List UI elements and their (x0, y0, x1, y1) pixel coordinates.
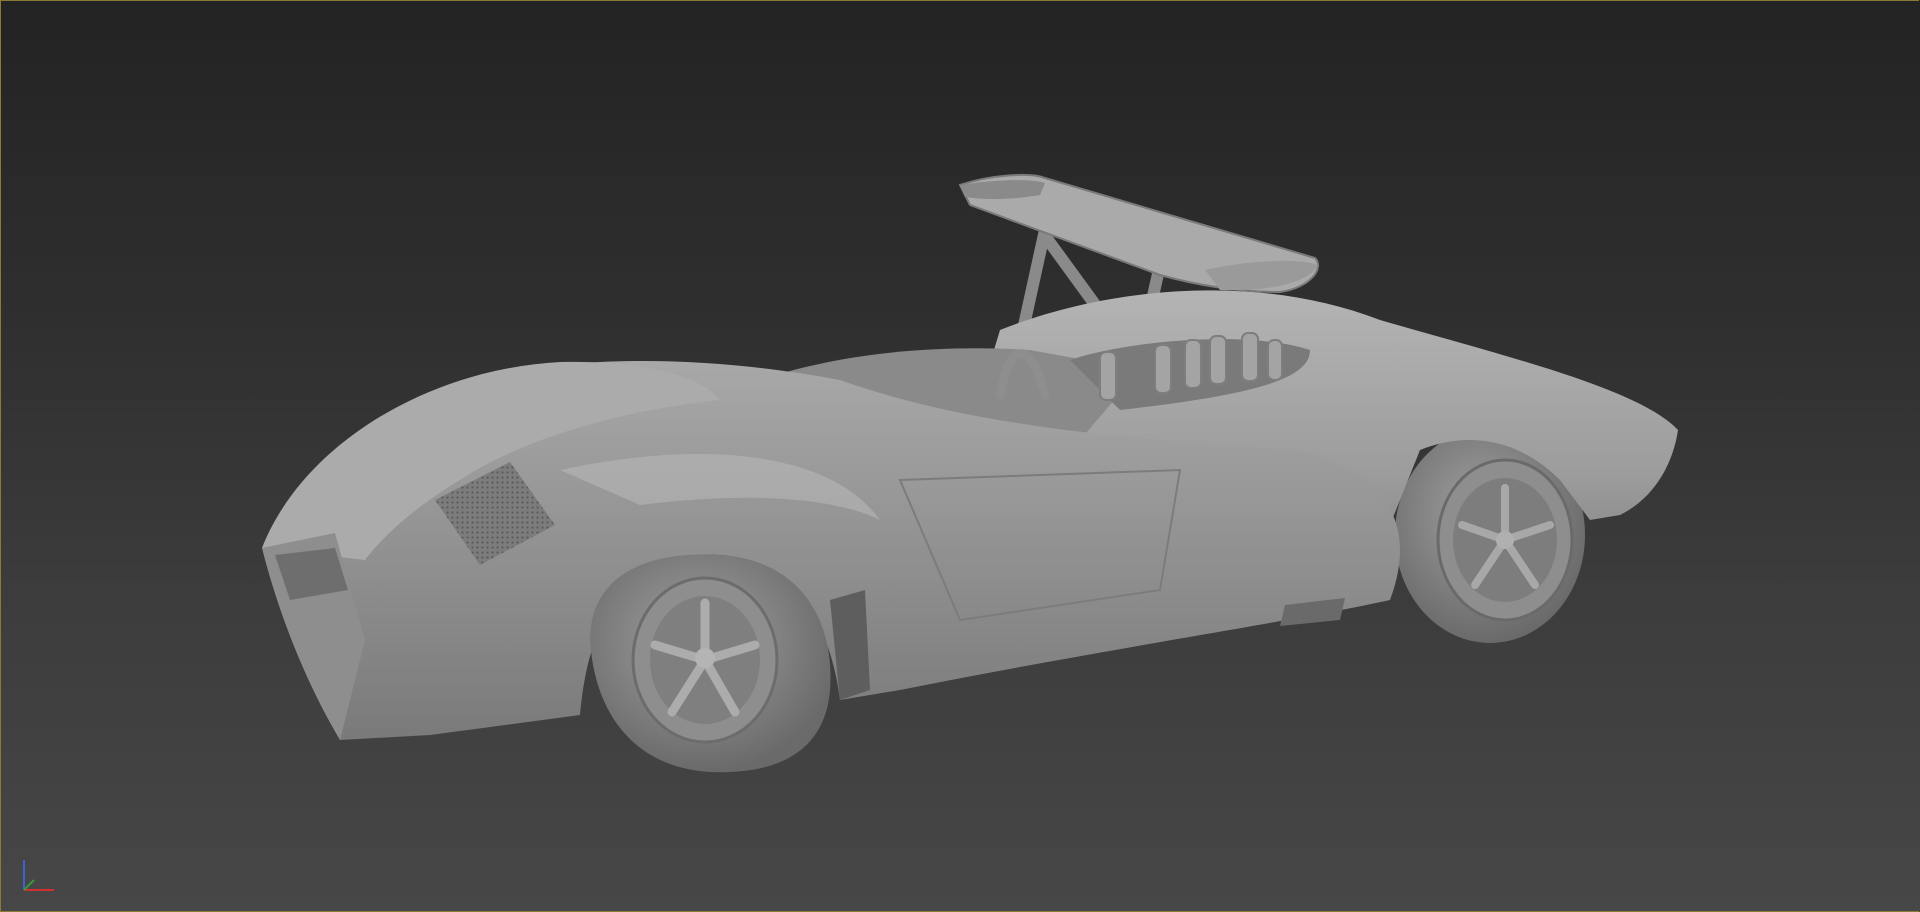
y-axis-line (23, 879, 35, 891)
axis-gizmo (23, 860, 54, 891)
race-car-model[interactable] (0, 0, 1920, 912)
front-wheel (590, 554, 831, 773)
rear-wing (958, 173, 1320, 294)
3d-viewport[interactable] (0, 0, 1920, 912)
